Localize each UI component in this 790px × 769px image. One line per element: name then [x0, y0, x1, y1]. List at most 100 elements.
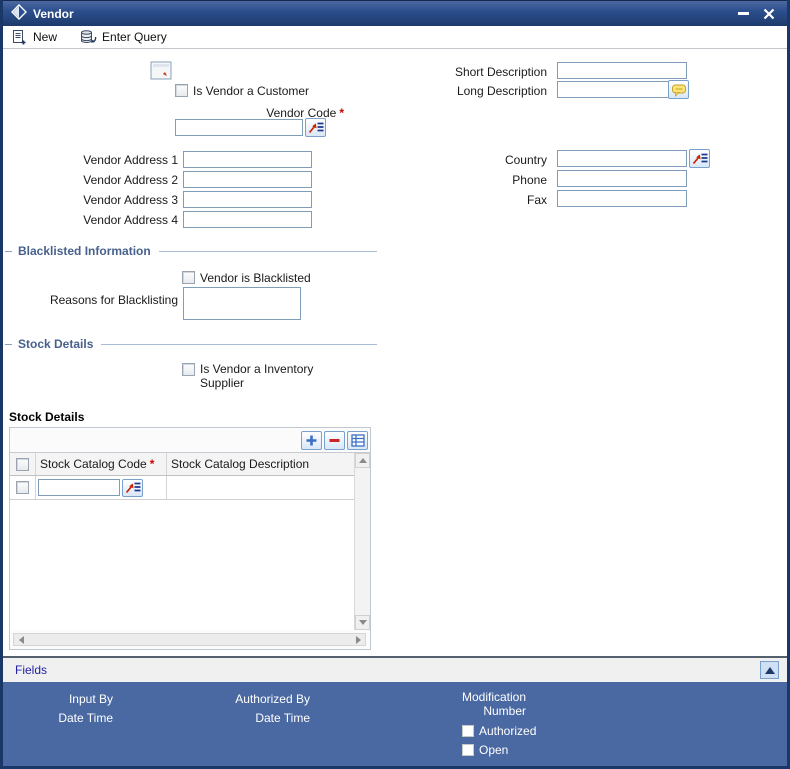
- grid-delete-row-button[interactable]: [324, 430, 345, 450]
- reasons-for-blacklisting-textarea[interactable]: [183, 287, 301, 320]
- toolbar: New Enter Query: [3, 26, 787, 49]
- blacklisted-section-header: Blacklisted Information: [3, 244, 377, 258]
- long-description-editor-button[interactable]: [668, 80, 689, 99]
- stock-details-grid-title: Stock Details: [9, 410, 85, 424]
- scroll-right-button[interactable]: [351, 634, 365, 645]
- section-dash: [5, 343, 12, 345]
- close-button[interactable]: [759, 5, 779, 23]
- stock-catalog-code-lov-button[interactable]: [122, 478, 143, 497]
- country-input[interactable]: [557, 150, 687, 167]
- fields-link[interactable]: Fields: [15, 663, 47, 677]
- arrow-up-icon: [764, 666, 775, 674]
- fax-input[interactable]: [557, 190, 687, 207]
- vendor-code-input[interactable]: [175, 119, 303, 136]
- minimize-button[interactable]: [733, 5, 753, 23]
- grid-add-row-button[interactable]: [301, 430, 322, 450]
- lov-icon: [125, 482, 141, 494]
- grid-vertical-scrollbar[interactable]: [354, 453, 370, 630]
- grid-code-required-marker: *: [149, 457, 155, 471]
- country-label: Country: [504, 153, 547, 167]
- grid-row-checkbox[interactable]: [16, 481, 29, 494]
- scroll-left-button[interactable]: [14, 634, 28, 645]
- lov-icon: [308, 122, 324, 134]
- input-date-time-label: Date Time: [58, 711, 113, 725]
- long-description-label: Long Description: [456, 84, 547, 98]
- is-vendor-customer-checkbox[interactable]: [175, 84, 188, 97]
- window-diamond-icon: [11, 4, 27, 23]
- grid-header-stock-catalog-code: Stock Catalog Code *: [36, 453, 167, 475]
- vendor-window: Vendor New Enter Query Is Vendor a Custo…: [0, 0, 790, 769]
- grid-header-row: Stock Catalog Code * Stock Catalog Descri…: [10, 453, 354, 476]
- grid-body-wrap: Stock Catalog Code * Stock Catalog Descri…: [10, 452, 370, 630]
- vendor-address1-input[interactable]: [183, 151, 312, 168]
- is-inventory-supplier-checkbox[interactable]: [182, 363, 195, 376]
- country-lov-button[interactable]: [689, 149, 710, 168]
- grid-row-select-cell: [10, 476, 36, 499]
- arrow-left-icon: [18, 635, 24, 644]
- title-bar: Vendor: [3, 0, 787, 26]
- enter-query-button-label: Enter Query: [102, 30, 167, 44]
- grid-toolbar: [10, 428, 370, 452]
- grid-single-view-button[interactable]: [347, 430, 368, 450]
- vendor-is-blacklisted-label: Vendor is Blacklisted: [200, 271, 311, 285]
- grid-header-stock-catalog-description: Stock Catalog Description: [171, 457, 310, 471]
- section-rule: [158, 250, 377, 252]
- arrow-right-icon: [355, 635, 361, 644]
- vendor-code-lov-button[interactable]: [305, 118, 326, 137]
- phone-input[interactable]: [557, 170, 687, 187]
- close-icon: [763, 8, 775, 19]
- grid-data-row[interactable]: [10, 476, 354, 500]
- vendor-address3-label: Vendor Address 3: [83, 193, 178, 207]
- authorized-by-label: Authorized By: [235, 692, 310, 706]
- stock-section-header: Stock Details: [3, 337, 377, 351]
- short-description-label: Short Description: [454, 65, 547, 79]
- vendor-address4-input[interactable]: [183, 211, 312, 228]
- scroll-down-button[interactable]: [355, 615, 370, 630]
- blacklisted-section-title: Blacklisted Information: [18, 244, 151, 258]
- collapse-up-button[interactable]: [760, 661, 779, 679]
- section-dash: [5, 250, 12, 252]
- vendor-address2-label: Vendor Address 2: [83, 173, 178, 187]
- enter-query-database-icon: [81, 30, 97, 44]
- authorized-checkbox-label: Authorized: [479, 724, 537, 738]
- short-description-input[interactable]: [557, 62, 687, 79]
- window-title: Vendor: [33, 6, 74, 21]
- vendor-address4-label: Vendor Address 4: [83, 213, 178, 227]
- authorized-checkbox[interactable]: [462, 725, 474, 737]
- vendor-address3-input[interactable]: [183, 191, 312, 208]
- arrow-up-icon: [358, 458, 367, 463]
- form-area: Is Vendor a Customer Vendor Code * Short …: [3, 49, 787, 656]
- authorized-date-time-label: Date Time: [255, 711, 310, 725]
- new-document-icon: [13, 30, 26, 45]
- form-window-button[interactable]: [150, 61, 172, 83]
- fax-label: Fax: [526, 193, 547, 207]
- grid-select-all-checkbox[interactable]: [16, 457, 29, 471]
- new-button[interactable]: New: [11, 29, 57, 45]
- footer: Input By Date Time Authorized By Date Ti…: [3, 682, 787, 766]
- table-icon: [350, 433, 365, 447]
- grid-select-all-cell: [10, 453, 36, 475]
- open-checkbox[interactable]: [462, 744, 474, 756]
- stock-details-grid: Stock Catalog Code * Stock Catalog Descri…: [9, 427, 371, 650]
- enter-query-button[interactable]: Enter Query: [79, 29, 167, 45]
- grid-table: Stock Catalog Code * Stock Catalog Descri…: [10, 453, 354, 630]
- stock-catalog-code-input[interactable]: [38, 479, 120, 496]
- scroll-up-button[interactable]: [355, 453, 370, 468]
- vendor-is-blacklisted-checkbox[interactable]: [182, 271, 195, 284]
- modification-number-label: Modification Number: [461, 690, 526, 718]
- lov-icon: [692, 153, 708, 165]
- authorized-checkbox-row: Authorized: [462, 724, 536, 738]
- grid-horizontal-scrollbar[interactable]: [13, 633, 366, 646]
- open-checkbox-label: Open: [479, 743, 509, 757]
- minimize-icon: [737, 12, 749, 15]
- is-inventory-supplier-label: Is Vendor a Inventory Supplier: [200, 362, 314, 390]
- reasons-for-blacklisting-label: Reasons for Blacklisting: [49, 293, 178, 307]
- vendor-address2-input[interactable]: [183, 171, 312, 188]
- arrow-down-icon: [358, 620, 367, 625]
- input-by-label: Input By: [68, 692, 113, 706]
- vendor-address1-label: Vendor Address 1: [83, 153, 178, 167]
- section-rule: [101, 343, 377, 345]
- grid-row-code-cell: [36, 476, 167, 499]
- open-checkbox-row: Open: [462, 743, 508, 757]
- speech-bubble-icon: [671, 84, 686, 97]
